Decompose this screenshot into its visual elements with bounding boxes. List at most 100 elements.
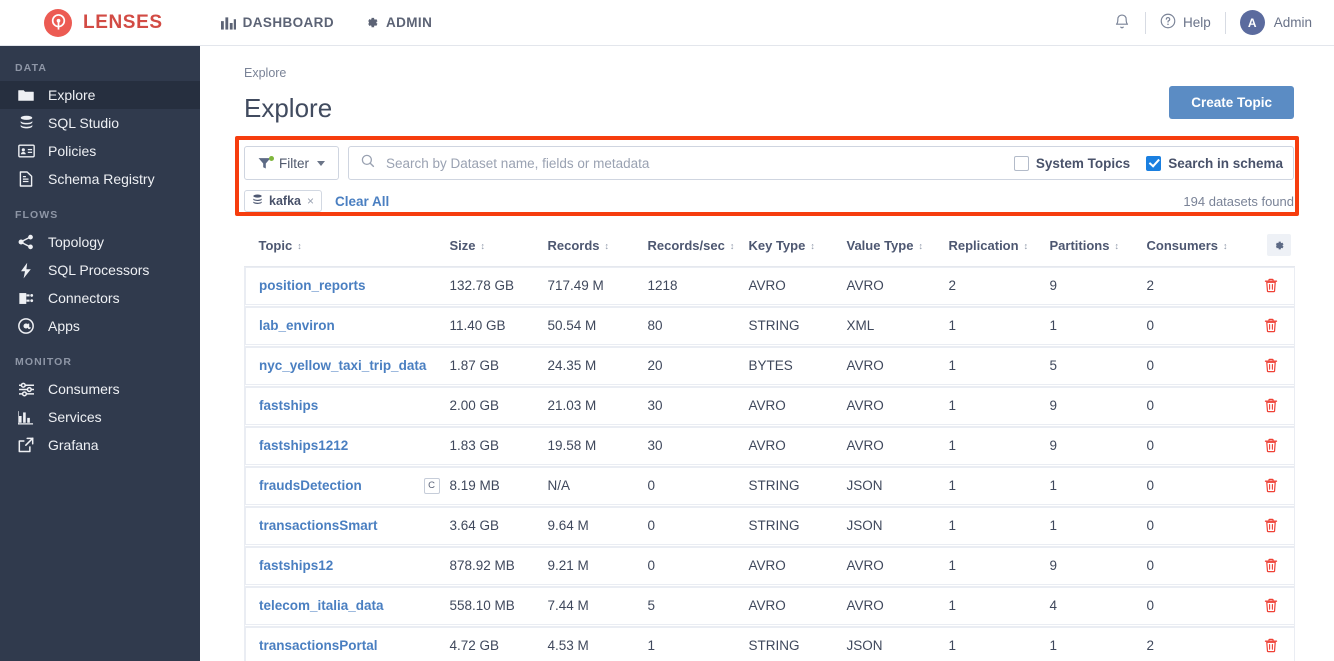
sidebar-item-connectors[interactable]: Connectors [0, 284, 200, 312]
sidebar-item-sql-processors[interactable]: SQL Processors [0, 256, 200, 284]
topic-link[interactable]: transactionsSmart [259, 518, 378, 533]
sort-icon[interactable]: ↕ [481, 241, 486, 251]
column-header-topic[interactable]: Topic ↕ [244, 228, 450, 267]
sort-icon[interactable]: ↕ [918, 241, 923, 251]
table-row[interactable]: transactionsSmart 3.64 GB 9.64 M 0 STRING JSO… [244, 506, 1295, 545]
trash-icon[interactable] [1248, 318, 1295, 333]
topnav-admin[interactable]: ADMIN [364, 15, 432, 30]
gear-icon[interactable] [1266, 234, 1291, 256]
table-row[interactable]: position_reports 132.78 GB 717.49 M 1218 AVR… [244, 266, 1295, 305]
sidebar-item-explore[interactable]: Explore [0, 81, 200, 109]
cell-delete[interactable] [1247, 426, 1295, 465]
trash-icon[interactable] [1248, 518, 1295, 533]
column-header-replication[interactable]: Replication ↕ [948, 228, 1050, 267]
cell-delete[interactable] [1247, 546, 1295, 585]
column-header-size[interactable]: Size ↕ [449, 228, 548, 267]
column-header-records-sec[interactable]: Records/sec ↕ [647, 228, 749, 267]
cell-topic[interactable]: transactionsPortal [244, 626, 450, 661]
sort-icon[interactable]: ↕ [1223, 241, 1228, 251]
sidebar-item-grafana[interactable]: Grafana [0, 431, 200, 459]
trash-icon[interactable] [1248, 438, 1295, 453]
topic-link[interactable]: nyc_yellow_taxi_trip_data [259, 358, 426, 373]
column-header-consumers[interactable]: Consumers ↕ [1146, 228, 1248, 267]
search-box[interactable]: System Topics Search in schema [348, 146, 1294, 180]
cell-topic[interactable]: fastships1212 [244, 426, 450, 465]
trash-icon[interactable] [1248, 598, 1295, 613]
sidebar-item-apps[interactable]: Apps [0, 312, 200, 340]
sidebar-item-policies[interactable]: Policies [0, 137, 200, 165]
table-row[interactable]: fastships1212 1.83 GB 19.58 M 30 AVRO AVRO 1 9 0 [244, 426, 1295, 465]
topic-link[interactable]: lab_environ [259, 318, 335, 333]
cell-delete[interactable] [1247, 506, 1295, 545]
table-row[interactable]: telecom_italia_data 558.10 MB 7.44 M 5 AVRO A… [244, 586, 1295, 625]
cell-delete[interactable] [1247, 306, 1295, 345]
topnav-dashboard[interactable]: DASHBOARD [220, 15, 334, 30]
cell-topic[interactable]: fastships12 [244, 546, 450, 585]
breadcrumb[interactable]: Explore [200, 46, 1334, 80]
table-row[interactable]: nyc_yellow_taxi_trip_data 1.87 GB 24.35 M2… [244, 346, 1295, 385]
cell-delete[interactable] [1247, 626, 1295, 661]
cell-topic[interactable]: telecom_italia_data [244, 586, 450, 625]
filter-chip-kafka[interactable]: kafka × [244, 190, 322, 212]
column-header-settings[interactable] [1247, 228, 1295, 267]
cell-delete[interactable] [1247, 586, 1295, 625]
create-topic-button[interactable]: Create Topic [1169, 86, 1294, 119]
cell-delete[interactable] [1247, 466, 1295, 505]
help-link[interactable]: Help [1160, 13, 1211, 32]
column-header-value-type[interactable]: Value Type ↕ [846, 228, 949, 267]
cell-records: 24.35 M [547, 346, 648, 385]
close-icon[interactable]: × [307, 194, 314, 208]
table-row[interactable]: fastships 2.00 GB 21.03 M 30 AVRO AVRO 1 9 0 [244, 386, 1295, 425]
filter-button[interactable]: Filter [244, 146, 339, 180]
cell-topic[interactable]: transactionsSmart [244, 506, 450, 545]
clear-all-button[interactable]: Clear All [335, 194, 389, 209]
system-topics-checkbox[interactable] [1013, 155, 1029, 171]
trash-icon[interactable] [1248, 398, 1295, 413]
sidebar-item-consumers[interactable]: Consumers [0, 375, 200, 403]
topic-link[interactable]: telecom_italia_data [259, 598, 384, 613]
topic-link[interactable]: fraudsDetection [259, 478, 362, 493]
table-row[interactable]: lab_environ 11.40 GB 50.54 M 80 STRING XML 1 1 0 [244, 306, 1295, 345]
cell-topic[interactable]: lab_environ [244, 306, 450, 345]
topic-link[interactable]: position_reports [259, 278, 366, 293]
topic-link[interactable]: fastships1212 [259, 438, 348, 453]
sort-icon[interactable]: ↕ [1024, 241, 1029, 251]
search-in-schema-checkbox-group[interactable]: Search in schema [1146, 155, 1283, 171]
trash-icon[interactable] [1248, 558, 1295, 573]
bell-icon[interactable] [1113, 13, 1131, 32]
topic-link[interactable]: transactionsPortal [259, 638, 378, 653]
table-row[interactable]: fraudsDetection C 8.19 MB N/A 0 STRING JSON 1 1 0 [244, 466, 1295, 505]
cell-topic[interactable]: fraudsDetection C [244, 466, 450, 505]
sort-icon[interactable]: ↕ [810, 241, 815, 251]
cell-delete[interactable] [1247, 346, 1295, 385]
column-header-key-type[interactable]: Key Type ↕ [748, 228, 847, 267]
topic-link[interactable]: fastships12 [259, 558, 333, 573]
cell-topic[interactable]: position_reports [244, 266, 450, 305]
search-in-schema-checkbox[interactable] [1146, 155, 1162, 171]
trash-icon[interactable] [1248, 358, 1295, 373]
trash-icon[interactable] [1248, 478, 1295, 493]
column-header-records[interactable]: Records ↕ [547, 228, 648, 267]
cell-delete[interactable] [1247, 386, 1295, 425]
sort-icon[interactable]: ↕ [730, 241, 735, 251]
sort-icon[interactable]: ↕ [605, 241, 610, 251]
sidebar-item-sql-studio[interactable]: SQL Studio [0, 109, 200, 137]
table-row[interactable]: transactionsPortal 4.72 GB 4.53 M 1 STRING JS… [244, 626, 1295, 661]
column-header-partitions[interactable]: Partitions ↕ [1049, 228, 1147, 267]
sidebar-item-services[interactable]: Services [0, 403, 200, 431]
cell-topic[interactable]: nyc_yellow_taxi_trip_data [244, 346, 450, 385]
system-topics-checkbox-group[interactable]: System Topics [1013, 155, 1130, 171]
sidebar-item-schema-registry[interactable]: Schema Registry [0, 165, 200, 193]
user-menu[interactable]: A Admin [1239, 10, 1312, 35]
search-input[interactable] [384, 154, 1000, 172]
topic-link[interactable]: fastships [259, 398, 318, 413]
sort-icon[interactable]: ↕ [297, 241, 302, 251]
cell-topic[interactable]: fastships [244, 386, 450, 425]
sidebar-item-topology[interactable]: Topology [0, 228, 200, 256]
trash-icon[interactable] [1248, 638, 1295, 653]
brand[interactable]: LENSES [44, 8, 163, 37]
cell-delete[interactable] [1247, 266, 1295, 305]
trash-icon[interactable] [1248, 278, 1295, 293]
sort-icon[interactable]: ↕ [1114, 241, 1119, 251]
table-row[interactable]: fastships12 878.92 MB 9.21 M 0 AVRO AVRO 1 9 0 [244, 546, 1295, 585]
